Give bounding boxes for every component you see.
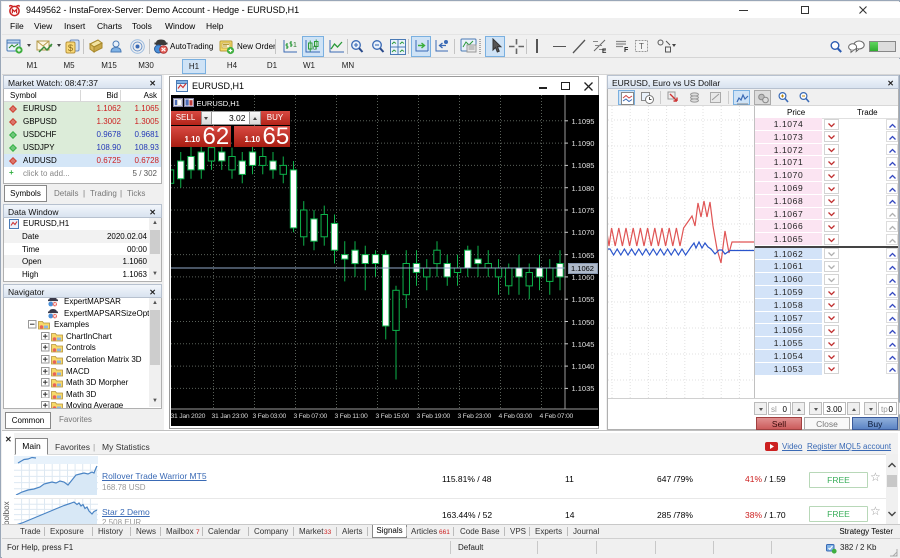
- svg-text:E: E: [602, 48, 607, 55]
- svg-text:F: F: [624, 47, 629, 54]
- svg-text:T: T: [639, 42, 644, 51]
- svg-text:$: $: [68, 43, 73, 53]
- svg-text:1: 1: [293, 42, 297, 49]
